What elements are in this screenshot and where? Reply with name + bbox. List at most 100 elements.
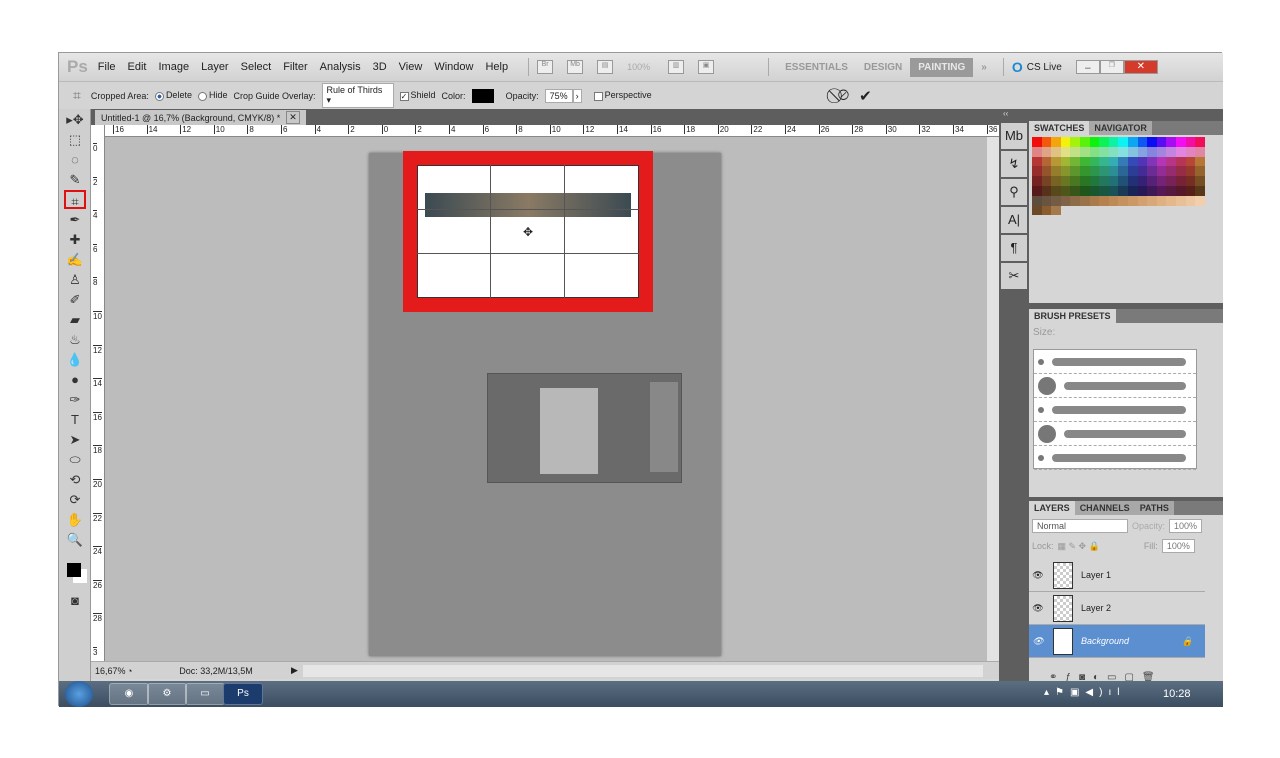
brush-preset[interactable] bbox=[1034, 422, 1196, 446]
status-icon[interactable]: ◔ bbox=[127, 666, 141, 676]
swatch[interactable] bbox=[1147, 176, 1157, 186]
swatch[interactable] bbox=[1166, 156, 1176, 167]
swatch[interactable] bbox=[1108, 176, 1119, 186]
swatch[interactable] bbox=[1070, 156, 1080, 167]
blend-mode-select[interactable]: Normal bbox=[1032, 519, 1128, 533]
tab-swatches[interactable]: SWATCHES bbox=[1029, 121, 1090, 135]
swatch[interactable] bbox=[1108, 195, 1119, 206]
swatch[interactable] bbox=[1166, 185, 1176, 196]
swatch[interactable] bbox=[1127, 195, 1138, 206]
quick-select-tool-icon[interactable]: ✎ bbox=[64, 170, 86, 189]
swatch[interactable] bbox=[1118, 195, 1128, 206]
swatch[interactable] bbox=[1166, 195, 1176, 206]
swatch[interactable] bbox=[1041, 176, 1052, 186]
swatch[interactable] bbox=[1147, 195, 1157, 206]
swatch[interactable] bbox=[1079, 185, 1090, 196]
swatch[interactable] bbox=[1185, 146, 1196, 157]
swatch[interactable] bbox=[1032, 185, 1042, 196]
swatch[interactable] bbox=[1195, 176, 1205, 186]
tab-brush-presets[interactable]: BRUSH PRESETS bbox=[1029, 309, 1116, 323]
swatch[interactable] bbox=[1127, 137, 1138, 147]
opacity-slider-button[interactable]: › bbox=[572, 88, 582, 103]
swatch[interactable] bbox=[1175, 156, 1186, 167]
crop-selection[interactable]: ✥ bbox=[403, 151, 653, 312]
3d-orbit-tool-icon[interactable]: ⟳ bbox=[64, 490, 86, 509]
swatch[interactable] bbox=[1032, 176, 1042, 186]
swatch[interactable] bbox=[1185, 195, 1196, 206]
swatch[interactable] bbox=[1185, 176, 1196, 186]
swatch[interactable] bbox=[1127, 176, 1138, 186]
type-tool-icon[interactable]: T bbox=[64, 410, 86, 429]
swatch[interactable] bbox=[1070, 185, 1080, 196]
history-brush-tool-icon[interactable]: ✐ bbox=[64, 290, 86, 309]
swatch[interactable] bbox=[1089, 176, 1100, 186]
opacity-input[interactable]: 75% bbox=[544, 88, 573, 103]
swatch[interactable] bbox=[1147, 166, 1157, 177]
swatch[interactable] bbox=[1175, 185, 1186, 196]
swatch[interactable] bbox=[1051, 205, 1061, 216]
tab-channels[interactable]: CHANNELS bbox=[1074, 501, 1135, 515]
foreground-color-swatch[interactable] bbox=[67, 563, 81, 577]
swatch[interactable] bbox=[1186, 206, 1196, 216]
swatch[interactable] bbox=[1032, 146, 1042, 157]
actions-icon[interactable]: ⚲ bbox=[1001, 179, 1027, 205]
system-tray-icons[interactable]: ▴⚑▣◀)ıl bbox=[1044, 687, 1125, 698]
blur-tool-icon[interactable]: 💧 bbox=[64, 350, 86, 369]
swatch[interactable] bbox=[1118, 176, 1128, 186]
swatch[interactable] bbox=[1137, 176, 1148, 186]
swatch[interactable] bbox=[1137, 156, 1148, 167]
commit-crop-icon[interactable]: ✔ bbox=[859, 87, 872, 105]
swatch[interactable] bbox=[1099, 156, 1109, 167]
zoom-level-select[interactable]: 100% bbox=[627, 62, 650, 72]
swatch[interactable] bbox=[1041, 166, 1052, 177]
tool-presets-icon[interactable]: ✂ bbox=[1001, 263, 1027, 289]
swatch[interactable] bbox=[1060, 195, 1071, 206]
view-extras-button[interactable]: ▤ bbox=[597, 60, 614, 74]
dodge-tool-icon[interactable]: ● bbox=[64, 370, 86, 389]
swatch[interactable] bbox=[1089, 156, 1100, 167]
crop-tool-preset-icon[interactable]: ⌗ bbox=[73, 87, 81, 104]
swatch[interactable] bbox=[1185, 185, 1196, 196]
bucket-tool-icon[interactable]: ♨ bbox=[64, 330, 86, 349]
move-tool-icon[interactable]: ▸✥ bbox=[64, 110, 86, 129]
menu-layer[interactable]: Layer bbox=[201, 61, 229, 73]
swatch[interactable] bbox=[1041, 137, 1052, 147]
history-icon[interactable]: ↯ bbox=[1001, 151, 1027, 177]
swatch[interactable] bbox=[1137, 166, 1148, 177]
swatch[interactable] bbox=[1137, 137, 1148, 147]
swatch[interactable] bbox=[1051, 185, 1061, 196]
swatch[interactable] bbox=[1109, 206, 1119, 216]
swatch[interactable] bbox=[1108, 185, 1119, 196]
vertical-scrollbar[interactable] bbox=[987, 137, 999, 661]
arrange-documents-button[interactable]: ▥ bbox=[668, 60, 685, 74]
swatch[interactable] bbox=[1118, 185, 1128, 196]
swatch[interactable] bbox=[1080, 206, 1090, 216]
brush-preset[interactable] bbox=[1034, 446, 1196, 470]
marquee-tool-icon[interactable]: ⬚ bbox=[64, 130, 86, 149]
menu-filter[interactable]: Filter bbox=[283, 61, 307, 73]
menu-edit[interactable]: Edit bbox=[128, 61, 147, 73]
swatch[interactable] bbox=[1166, 137, 1176, 147]
swatch[interactable] bbox=[1079, 166, 1090, 177]
swatch[interactable] bbox=[1070, 146, 1080, 157]
swatch[interactable] bbox=[1147, 146, 1157, 157]
swatch[interactable] bbox=[1041, 185, 1052, 196]
workspace-painting[interactable]: PAINTING bbox=[910, 57, 974, 77]
mini-bridge-button[interactable]: Mb bbox=[567, 60, 584, 74]
healing-tool-icon[interactable]: ✚ bbox=[64, 230, 86, 249]
swatch[interactable] bbox=[1127, 166, 1138, 177]
more-workspaces-button[interactable]: » bbox=[973, 58, 995, 77]
visibility-eye-icon[interactable]: 👁 bbox=[1029, 636, 1047, 647]
swatch[interactable] bbox=[1185, 166, 1196, 177]
3d-rotate-tool-icon[interactable]: ⟲ bbox=[64, 470, 86, 489]
hide-radio[interactable]: Hide bbox=[197, 90, 227, 101]
canvas-area[interactable]: ✥ bbox=[105, 137, 987, 661]
swatch[interactable] bbox=[1147, 185, 1157, 196]
restore-button[interactable]: ❐ bbox=[1099, 60, 1124, 74]
swatch[interactable] bbox=[1157, 206, 1167, 216]
swatch[interactable] bbox=[1108, 146, 1119, 157]
swatch[interactable] bbox=[1041, 146, 1052, 157]
visibility-eye-icon[interactable]: 👁 bbox=[1029, 603, 1047, 614]
crop-tool-icon[interactable]: ⌗ bbox=[64, 190, 86, 209]
swatch[interactable] bbox=[1089, 166, 1100, 177]
